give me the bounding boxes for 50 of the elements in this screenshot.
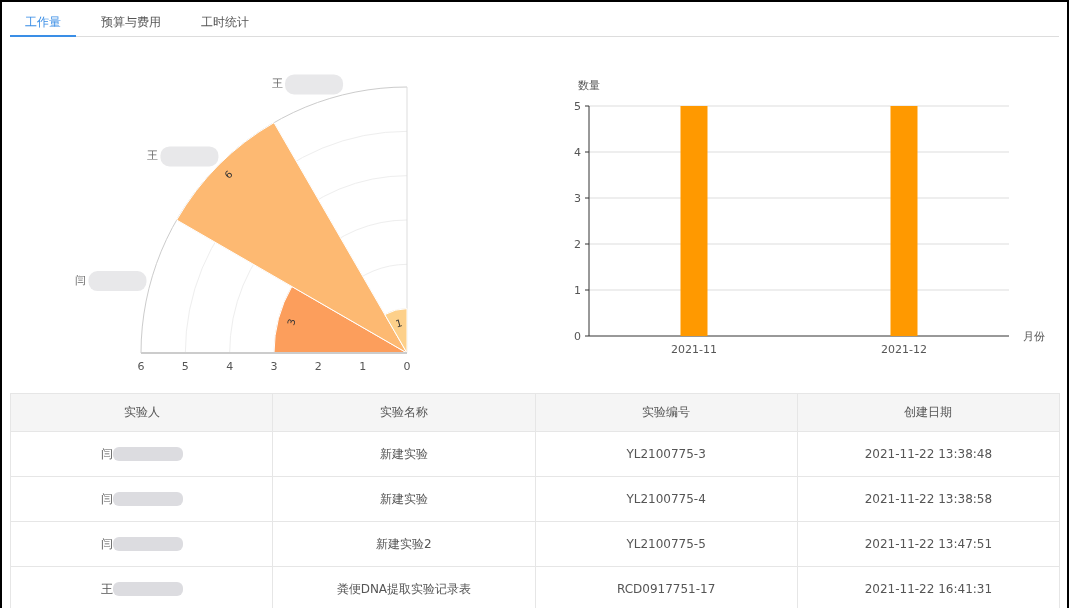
data-label: 6 [222,168,235,181]
table-cell: YL2100775-5 [535,521,798,567]
column-header: 实验名称 [272,393,535,432]
redaction-mark [112,447,183,461]
axis-tick-label: 3 [270,360,278,373]
person-name: 闫 [100,446,113,461]
redaction-mark [112,537,183,551]
redaction-mark [112,492,183,506]
table-cell: 2021-11-22 13:38:58 [797,476,1060,522]
table-cell: 新建实验2 [272,521,535,567]
table-cell: 新建实验 [272,476,535,522]
table-cell: 2021-11-22 13:47:51 [797,521,1060,567]
category-label: 王 [147,149,159,163]
person-name: 闫 [100,536,113,551]
axis-tick-label: 2021-12 [881,343,927,356]
table-cell: 2021-11-22 13:38:48 [797,431,1060,477]
axis-tick-label: 2021-11 [671,343,717,356]
axis-tick-label: 5 [181,360,189,373]
table-cell: YL2100775-3 [535,431,798,477]
redaction-mark [88,271,147,292]
table-cell: 新建实验 [272,431,535,477]
tab[interactable]: 工作量 [10,10,76,37]
data-label: 3 [285,317,298,327]
axis-tick-label: 2 [314,360,322,373]
axis-tick-label: 0 [403,360,411,373]
column-header: 实验编号 [535,393,798,432]
person-name: 王 [100,581,113,596]
redaction-mark [112,582,183,596]
category-label: 王 [272,77,284,91]
axis-title: 数量 [578,79,600,92]
redaction-mark [160,146,219,167]
axis-tick-label: 1 [359,360,367,373]
column-header: 创建日期 [797,393,1060,432]
category-label: 闫 [75,274,87,288]
axis-tick-label: 1 [574,284,581,297]
tab[interactable]: 预算与费用 [86,10,176,37]
axis-tick-label: 0 [574,330,581,343]
axis-tick-label: 4 [226,360,234,373]
axis-title: 月份 [1023,330,1045,343]
tab[interactable]: 工时统计 [186,10,264,37]
axis-tick-label: 4 [574,146,581,159]
axis-tick-label: 3 [574,192,581,205]
axis-tick-label: 2 [574,238,581,251]
table-cell: YL2100775-4 [535,476,798,522]
redaction-mark [285,74,344,95]
column-header: 实验人 [10,393,273,432]
person-name: 闫 [100,491,113,506]
data-label: 1 [394,317,404,330]
axis-tick-label: 6 [137,360,145,373]
axis-tick-label: 5 [574,100,581,113]
